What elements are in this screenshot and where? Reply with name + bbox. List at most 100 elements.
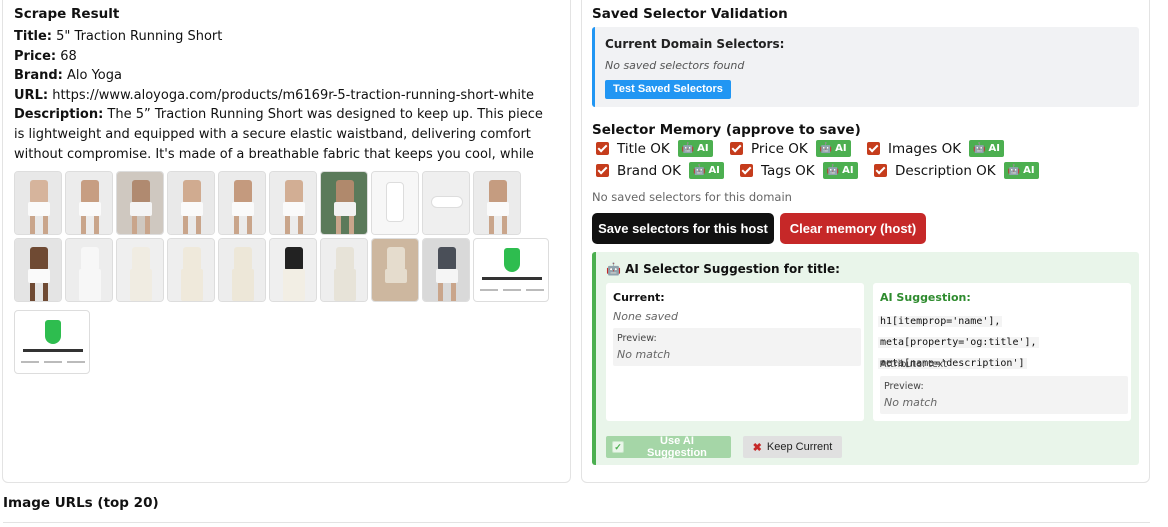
keep-current-label: Keep Current (766, 441, 833, 453)
promo-image-thumb[interactable] (473, 238, 549, 302)
checkbox-icon[interactable] (596, 142, 609, 155)
product-image-thumb[interactable] (65, 238, 113, 302)
selector-panel: Saved Selector Validation Current Domain… (581, 0, 1150, 483)
selector-attribute: Attribute: text (880, 359, 947, 370)
field-description: Description: The 5” Traction Running Sho… (14, 105, 549, 162)
field-value: https://www.aloyoga.com/products/m6169r-… (52, 87, 535, 103)
product-image-thumb[interactable] (269, 171, 317, 235)
ai-badge: 🤖 AI (822, 162, 858, 179)
ai-badge: 🤖 AI (677, 140, 713, 157)
product-image-thumb[interactable] (473, 171, 521, 235)
selector-memory-title: Selector Memory (approve to save) (592, 122, 861, 138)
ai-badge: 🤖 AI (688, 162, 724, 179)
clear-memory-button[interactable]: Clear memory (host) (780, 213, 926, 244)
checkbox-icon[interactable] (867, 142, 880, 155)
promo-image-thumb[interactable] (14, 310, 90, 374)
no-saved-host-text: No saved selectors for this domain (592, 190, 792, 204)
use-ai-suggestion-label: Use AI Suggestion (647, 435, 707, 459)
no-saved-selectors-text: No saved selectors found (605, 59, 745, 72)
preview-label: Preview: (617, 333, 657, 344)
robot-icon: 🤖 (606, 262, 621, 276)
product-image-thumb[interactable] (371, 171, 419, 235)
ai-badge-label: AI (835, 143, 847, 154)
checkbox-icon[interactable] (874, 164, 887, 177)
product-image-thumb[interactable] (320, 171, 368, 235)
product-image-thumb[interactable] (371, 238, 419, 302)
product-image-thumb[interactable] (14, 238, 62, 302)
current-selector-card: Current: None saved Preview: No match (606, 283, 864, 421)
field-brand: Brand: Alo Yoga (14, 66, 549, 86)
section-divider (3, 522, 1150, 523)
ai-badge-label: AI (842, 165, 854, 176)
product-image-thumb[interactable] (422, 238, 470, 302)
preview-label: Preview: (884, 381, 924, 392)
suggestion-preview-box: Preview: No match (880, 376, 1128, 414)
checkbox-label: Description OK (895, 162, 996, 179)
checkbox-tags-ok[interactable]: Tags OK 🤖 AI (740, 162, 858, 179)
selector-line: h1[itemprop='name'], (878, 316, 1003, 327)
field-value: 68 (60, 48, 77, 64)
ai-badge-label: AI (708, 165, 720, 176)
robot-icon: 🤖 (826, 165, 840, 176)
checkbox-label: Price OK (751, 140, 808, 157)
field-label: URL: (14, 87, 49, 103)
checkbox-label: Tags OK (761, 162, 815, 179)
product-image-thumb[interactable] (320, 238, 368, 302)
preview-value: No match (617, 348, 671, 361)
robot-icon: 🤖 (692, 165, 706, 176)
save-selectors-button[interactable]: Save selectors for this host (592, 213, 774, 244)
preview-value: No match (884, 396, 938, 409)
robot-icon: 🤖 (681, 143, 695, 154)
product-image-thumb[interactable] (116, 171, 164, 235)
product-image-thumb[interactable] (14, 171, 62, 235)
image-urls-title: Image URLs (top 20) (3, 495, 159, 511)
product-image-thumb[interactable] (218, 171, 266, 235)
ai-badge: 🤖 AI (1003, 162, 1039, 179)
ai-badge-label: AI (1023, 165, 1035, 176)
robot-icon: 🤖 (973, 143, 986, 154)
field-label: Description: (14, 107, 104, 123)
keep-current-button[interactable]: ✖ Keep Current (743, 436, 842, 458)
validation-title: Saved Selector Validation (592, 6, 788, 22)
robot-icon: 🤖 (819, 143, 833, 154)
checkbox-images-ok[interactable]: Images OK 🤖 AI (867, 140, 1005, 157)
robot-icon (45, 320, 61, 344)
checkbox-icon[interactable] (596, 164, 609, 177)
ai-badge: 🤖 AI (815, 140, 851, 157)
ai-suggestion-heading: 🤖 AI Selector Suggestion for title: (606, 262, 840, 276)
use-ai-suggestion-button[interactable]: ✓ Use AI Suggestion (606, 435, 731, 459)
checkbox-label: Images OK (888, 140, 962, 157)
domain-selectors-label: Current Domain Selectors: (605, 37, 785, 51)
field-url: URL: https://www.aloyoga.com/products/m6… (14, 86, 549, 106)
product-image-thumb[interactable] (422, 171, 470, 235)
product-image-thumb[interactable] (65, 171, 113, 235)
checkbox-brand-ok[interactable]: Brand OK 🤖 AI (596, 162, 724, 179)
checkbox-description-ok[interactable]: Description OK 🤖 AI (874, 162, 1039, 179)
checkbox-price-ok[interactable]: Price OK 🤖 AI (730, 140, 851, 157)
current-value: None saved (613, 310, 678, 323)
close-icon: ✖ (752, 441, 762, 454)
domain-selectors-box: Current Domain Selectors: No saved selec… (592, 27, 1139, 107)
checkbox-label: Brand OK (617, 162, 681, 179)
product-image-thumb[interactable] (167, 171, 215, 235)
checkbox-icon[interactable] (740, 164, 753, 177)
scrape-result-title: Scrape Result (14, 6, 120, 22)
checkbox-label: Title OK (617, 140, 670, 157)
product-image-thumb[interactable] (269, 238, 317, 302)
current-label: Current: (613, 291, 665, 304)
checkbox-title-ok[interactable]: Title OK 🤖 AI (596, 140, 713, 157)
robot-icon: 🤖 (1007, 165, 1021, 176)
field-value: Alo Yoga (67, 68, 122, 84)
robot-icon (504, 248, 520, 272)
product-image-thumb[interactable] (218, 238, 266, 302)
checkbox-icon[interactable] (730, 142, 743, 155)
field-price: Price: 68 (14, 47, 549, 67)
test-saved-selectors-button[interactable]: Test Saved Selectors (605, 80, 731, 99)
checkbox-icon: ✓ (612, 441, 624, 453)
ai-suggestion-heading-text: AI Selector Suggestion for title: (625, 262, 840, 276)
product-image-thumb[interactable] (116, 238, 164, 302)
ai-suggestion-box: 🤖 AI Selector Suggestion for title: Curr… (592, 252, 1139, 465)
field-value: 5" Traction Running Short (56, 29, 223, 44)
product-image-thumb[interactable] (167, 238, 215, 302)
scrape-fields: Title: 5" Traction Running Short Price: … (14, 27, 549, 162)
